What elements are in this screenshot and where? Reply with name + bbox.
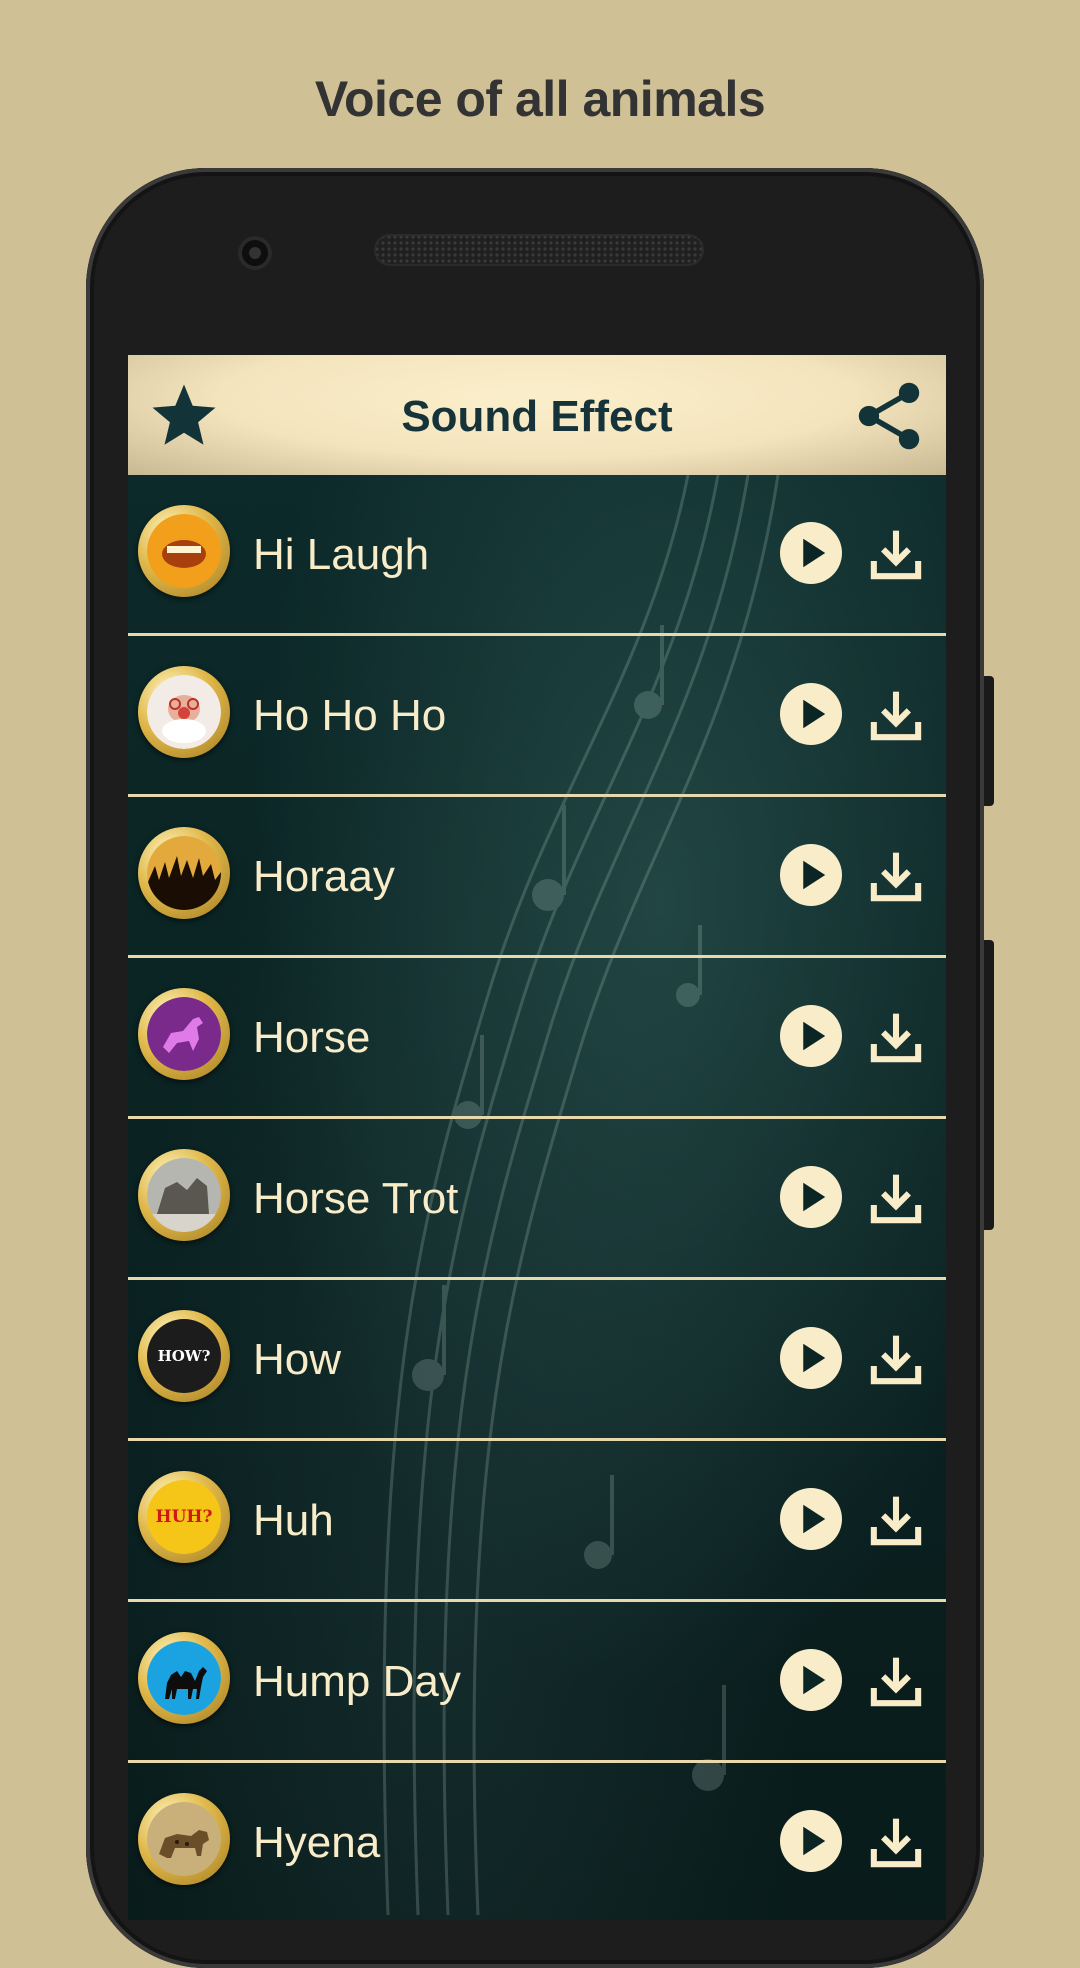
sound-label: Ho Ho Ho: [253, 691, 447, 740]
list-item[interactable]: Hi Laugh: [128, 475, 946, 636]
list-item[interactable]: Ho Ho Ho: [128, 636, 946, 797]
santa-face-icon: [147, 675, 221, 749]
sound-label: Hump Day: [253, 1657, 461, 1706]
sound-label: Huh: [253, 1496, 334, 1545]
download-icon[interactable]: [868, 847, 924, 905]
download-icon[interactable]: [868, 686, 924, 744]
sound-label: How: [253, 1335, 342, 1384]
download-icon[interactable]: [868, 525, 924, 583]
download-icon[interactable]: [868, 1652, 924, 1710]
app-header: Sound Effect: [128, 355, 946, 475]
download-icon[interactable]: [868, 1008, 924, 1066]
horse-photo-icon: [147, 1158, 221, 1232]
app-title: Sound Effect: [401, 392, 673, 441]
sound-label: Horse: [253, 1013, 371, 1062]
sound-thumbnail: HOW?: [138, 1310, 230, 1402]
sound-list: Hi Laugh Ho Ho Ho Horaay Horse Horse Tro…: [128, 475, 946, 1920]
play-icon[interactable]: [780, 1166, 842, 1228]
sound-thumbnail: [138, 1632, 230, 1724]
list-item[interactable]: Hyena: [128, 1763, 946, 1920]
sound-label: Hyena: [253, 1818, 381, 1867]
list-item[interactable]: Hump Day: [128, 1602, 946, 1763]
sound-thumbnail: [138, 827, 230, 919]
sound-thumbnail: [138, 988, 230, 1080]
phone-side-button-upper: [984, 676, 994, 806]
app-screen: Sound Effect Hi Laugh Ho Ho Ho Horaay Ho…: [128, 355, 946, 1920]
horse-icon: [147, 997, 221, 1071]
share-icon[interactable]: [852, 377, 926, 455]
earpiece-speaker: [374, 234, 704, 266]
sound-thumbnail: HUH?: [138, 1471, 230, 1563]
laughing-mouth-icon: [147, 514, 221, 588]
sound-thumbnail: [138, 505, 230, 597]
list-item[interactable]: Horaay: [128, 797, 946, 958]
sound-thumbnail: [138, 1793, 230, 1885]
download-icon[interactable]: [868, 1169, 924, 1227]
huh-question-icon: HUH?: [155, 1507, 213, 1527]
how-question-icon: HOW?: [157, 1347, 211, 1365]
crowd-cheering-icon: [147, 836, 221, 910]
play-icon[interactable]: [780, 683, 842, 745]
phone-side-button-lower: [984, 940, 994, 1230]
play-icon[interactable]: [780, 1649, 842, 1711]
front-camera: [238, 236, 272, 270]
play-icon[interactable]: [780, 1005, 842, 1067]
download-icon[interactable]: [868, 1330, 924, 1388]
list-item[interactable]: Horse: [128, 958, 946, 1119]
play-icon[interactable]: [780, 1810, 842, 1872]
sound-label: Horse Trot: [253, 1174, 459, 1223]
sound-label: Hi Laugh: [253, 530, 430, 579]
play-icon[interactable]: [780, 1488, 842, 1550]
list-item[interactable]: HOW? How: [128, 1280, 946, 1441]
sound-thumbnail: [138, 1149, 230, 1241]
sound-thumbnail: [138, 666, 230, 758]
list-item[interactable]: HUH? Huh: [128, 1441, 946, 1602]
download-icon[interactable]: [868, 1491, 924, 1549]
hyena-icon: [147, 1802, 221, 1876]
play-icon[interactable]: [780, 1327, 842, 1389]
camel-icon: [147, 1641, 221, 1715]
sound-label: Horaay: [253, 852, 395, 901]
play-icon[interactable]: [780, 522, 842, 584]
download-icon[interactable]: [868, 1813, 924, 1871]
play-icon[interactable]: [780, 844, 842, 906]
list-item[interactable]: Horse Trot: [128, 1119, 946, 1280]
promo-title: Voice of all animals: [314, 71, 766, 127]
